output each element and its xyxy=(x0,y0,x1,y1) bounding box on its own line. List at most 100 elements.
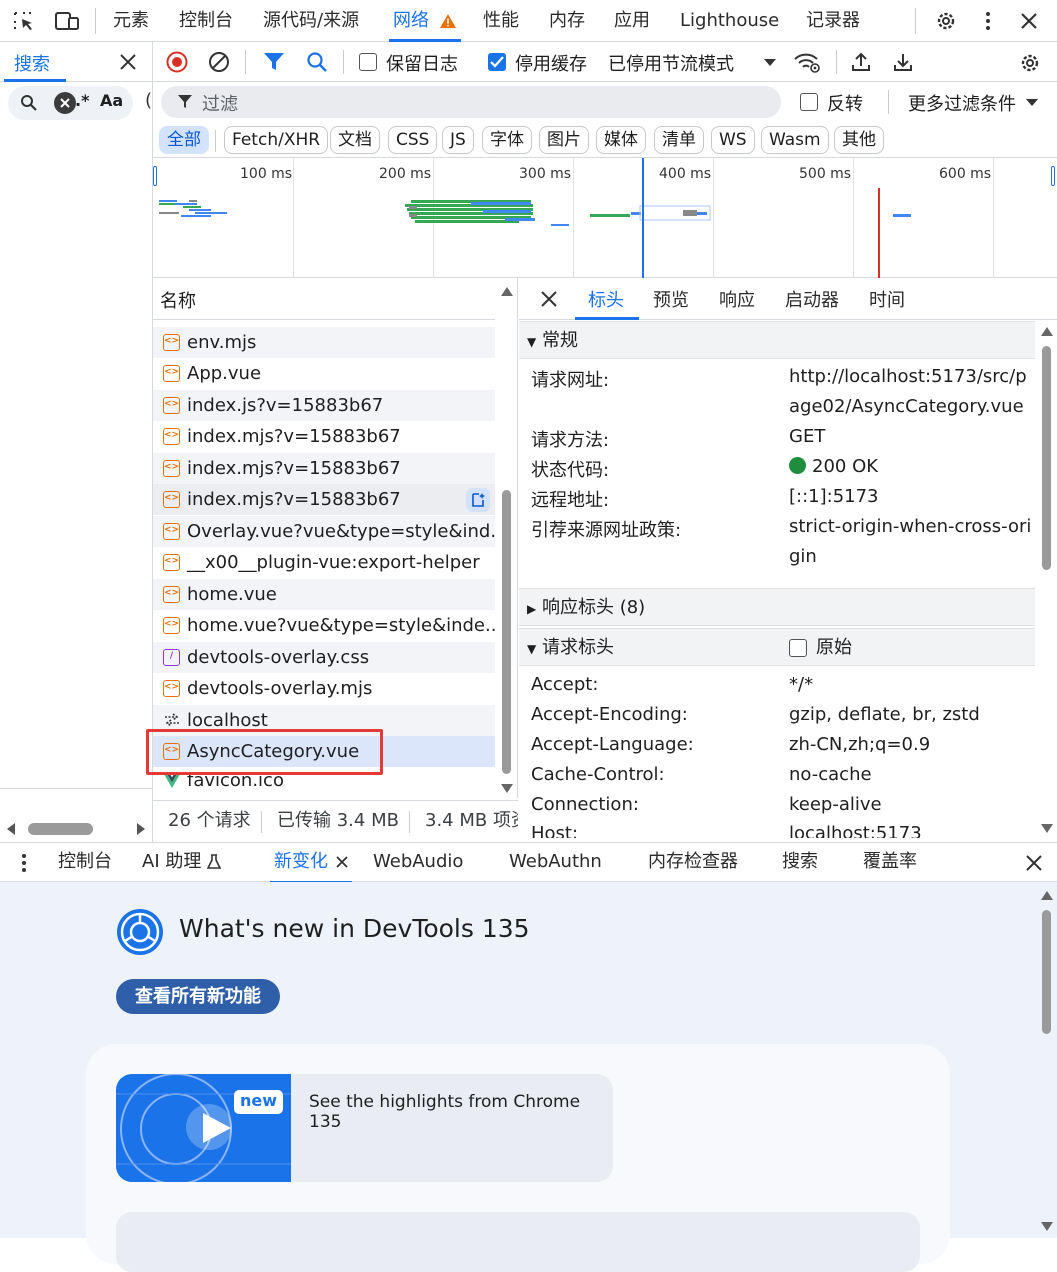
request-row[interactable]: <> home.vue xyxy=(153,579,495,610)
drawer-tab-whats-new[interactable]: 新变化 xyxy=(270,843,352,884)
scroll-up-icon[interactable] xyxy=(1041,890,1053,900)
type-chip-manifest[interactable]: 清单 xyxy=(654,126,704,154)
request-row[interactable]: <> index.mjs?v=15883b67 xyxy=(153,453,495,484)
close-tab-icon[interactable] xyxy=(336,856,348,868)
drawer-tab-ai-assistance[interactable]: AI 助理 xyxy=(142,843,222,883)
preserve-log-checkbox[interactable] xyxy=(359,53,377,71)
scroll-right-icon[interactable] xyxy=(136,823,146,835)
detail-tab-initiator[interactable]: 启动器 xyxy=(785,286,839,312)
type-chip-js[interactable]: JS xyxy=(442,126,474,154)
detail-tab-preview[interactable]: 预览 xyxy=(653,286,689,312)
request-row[interactable]: / devtools-overlay.css xyxy=(153,642,495,673)
request-row[interactable]: <> index.mjs?v=15883b67 xyxy=(153,484,495,515)
request-list-scrollbar[interactable] xyxy=(497,278,517,798)
drawer-tab-webaudio[interactable]: WebAudio xyxy=(373,843,463,883)
record-stop-icon[interactable] xyxy=(166,51,188,73)
scroll-thumb[interactable] xyxy=(502,490,511,774)
type-chip-fetch-xhr[interactable]: Fetch/XHR xyxy=(224,126,329,154)
throttling-select[interactable]: 已停用节流模式 xyxy=(608,50,734,76)
tab-sources[interactable]: 源代码/来源 xyxy=(263,0,359,42)
element-picker-icon[interactable] xyxy=(12,10,36,32)
drawer-tab-webauthn[interactable]: WebAuthn xyxy=(509,843,602,883)
settings-gear-icon[interactable] xyxy=(934,9,958,33)
detail-tab-headers[interactable]: 标头 xyxy=(588,286,624,312)
network-overview-timeline[interactable]: 100 ms 200 ms 300 ms 400 ms 500 ms 600 m… xyxy=(153,158,1057,278)
search-input[interactable]: .* Aa xyxy=(8,86,133,120)
scroll-down-icon[interactable] xyxy=(1041,824,1053,834)
filter-input[interactable]: 过滤 xyxy=(161,86,781,118)
scroll-down-icon[interactable] xyxy=(1041,1222,1053,1232)
tab-elements[interactable]: 元素 xyxy=(113,0,149,42)
play-icon[interactable] xyxy=(199,1111,233,1145)
type-chip-doc[interactable]: 文档 xyxy=(330,126,380,154)
see-all-features-button[interactable]: 查看所有新功能 xyxy=(116,979,280,1014)
video-thumbnail[interactable]: new xyxy=(116,1074,291,1182)
type-chip-font[interactable]: 字体 xyxy=(482,126,532,154)
drawer-tab-search[interactable]: 搜索 xyxy=(782,843,818,883)
tab-lighthouse[interactable]: Lighthouse xyxy=(680,0,779,42)
request-row[interactable]: <> App.vue xyxy=(153,358,495,389)
scroll-down-icon[interactable] xyxy=(501,784,513,794)
type-chip-media[interactable]: 媒体 xyxy=(596,126,646,154)
request-row[interactable]: <> __x00__plugin-vue:export-helper xyxy=(153,547,495,578)
section-response-headers[interactable]: ▶ 响应标头 (8) xyxy=(519,588,1035,626)
ai-assist-icon[interactable] xyxy=(466,488,490,512)
clear-icon[interactable] xyxy=(54,92,76,114)
invert-checkbox[interactable] xyxy=(800,93,818,111)
raw-checkbox[interactable] xyxy=(789,639,807,657)
close-devtools-icon[interactable] xyxy=(1018,10,1040,32)
scroll-thumb[interactable] xyxy=(28,823,93,835)
request-row[interactable]: <> home.vue?vue&type=style&inde... xyxy=(153,610,495,641)
highlight-card[interactable]: new See the highlights from Chrome 135 xyxy=(116,1074,613,1182)
section-request-headers[interactable]: ▼ 请求标头 原始 xyxy=(519,628,1035,666)
drawer-scrollbar[interactable] xyxy=(1037,882,1057,1238)
type-chip-other[interactable]: 其他 xyxy=(834,126,884,154)
dropdown-arrow-icon[interactable] xyxy=(1026,98,1038,107)
scroll-thumb[interactable] xyxy=(1042,346,1051,570)
scroll-thumb[interactable] xyxy=(1042,910,1051,1034)
dropdown-arrow-icon[interactable] xyxy=(763,58,777,67)
search-panel-tab[interactable]: 搜索 xyxy=(14,50,50,76)
request-list-header[interactable]: 名称 xyxy=(153,278,495,320)
horizontal-scrollbar[interactable] xyxy=(0,818,152,840)
detail-tab-response[interactable]: 响应 xyxy=(719,286,755,312)
close-drawer-icon[interactable] xyxy=(1024,853,1044,873)
more-vert-icon[interactable] xyxy=(978,9,998,33)
highlight-card[interactable] xyxy=(116,1212,920,1272)
section-general-header[interactable]: ▼ 常规 xyxy=(519,321,1035,359)
network-conditions-icon[interactable] xyxy=(793,51,821,73)
regex-toggle[interactable]: .* xyxy=(75,91,89,110)
tab-application[interactable]: 应用 xyxy=(614,0,650,42)
column-header-name[interactable]: 名称 xyxy=(160,287,196,313)
tab-memory[interactable]: 内存 xyxy=(549,0,585,42)
clear-log-icon[interactable] xyxy=(208,51,230,73)
device-toolbar-icon[interactable] xyxy=(54,10,80,32)
request-row[interactable]: <> env.mjs xyxy=(153,327,495,358)
tab-network[interactable]: 网络 xyxy=(389,0,461,42)
scroll-up-icon[interactable] xyxy=(501,286,513,296)
more-filters-dropdown[interactable]: 更多过滤条件 xyxy=(908,90,1016,116)
match-case-toggle[interactable]: Aa xyxy=(100,91,123,110)
filter-icon[interactable] xyxy=(263,52,285,72)
request-row[interactable]: <> index.mjs?v=15883b67 xyxy=(153,421,495,452)
type-chip-css[interactable]: CSS xyxy=(388,126,438,154)
type-chip-ws[interactable]: WS xyxy=(711,126,755,154)
disable-cache-checkbox[interactable] xyxy=(488,53,506,71)
search-icon[interactable] xyxy=(306,51,328,73)
drawer-tab-memory-inspector[interactable]: 内存检查器 xyxy=(648,843,738,883)
export-har-icon[interactable] xyxy=(892,51,914,73)
request-row[interactable]: <> devtools-overlay.mjs xyxy=(153,673,495,704)
network-settings-gear-icon[interactable] xyxy=(1018,51,1042,75)
scroll-up-icon[interactable] xyxy=(1041,326,1053,336)
close-detail-icon[interactable] xyxy=(540,290,558,308)
tab-performance[interactable]: 性能 xyxy=(483,0,519,42)
request-row[interactable]: <> Overlay.vue?vue&type=style&ind... xyxy=(153,516,495,547)
drawer-tab-console[interactable]: 控制台 xyxy=(58,843,112,883)
drawer-tab-coverage[interactable]: 覆盖率 xyxy=(863,843,917,883)
type-chip-img[interactable]: 图片 xyxy=(539,126,589,154)
tab-recorder[interactable]: 记录器 xyxy=(806,0,860,42)
detail-tab-timing[interactable]: 时间 xyxy=(869,286,905,312)
close-icon[interactable] xyxy=(118,52,138,72)
type-chip-wasm[interactable]: Wasm xyxy=(761,126,829,154)
detail-scrollbar[interactable] xyxy=(1037,320,1057,838)
